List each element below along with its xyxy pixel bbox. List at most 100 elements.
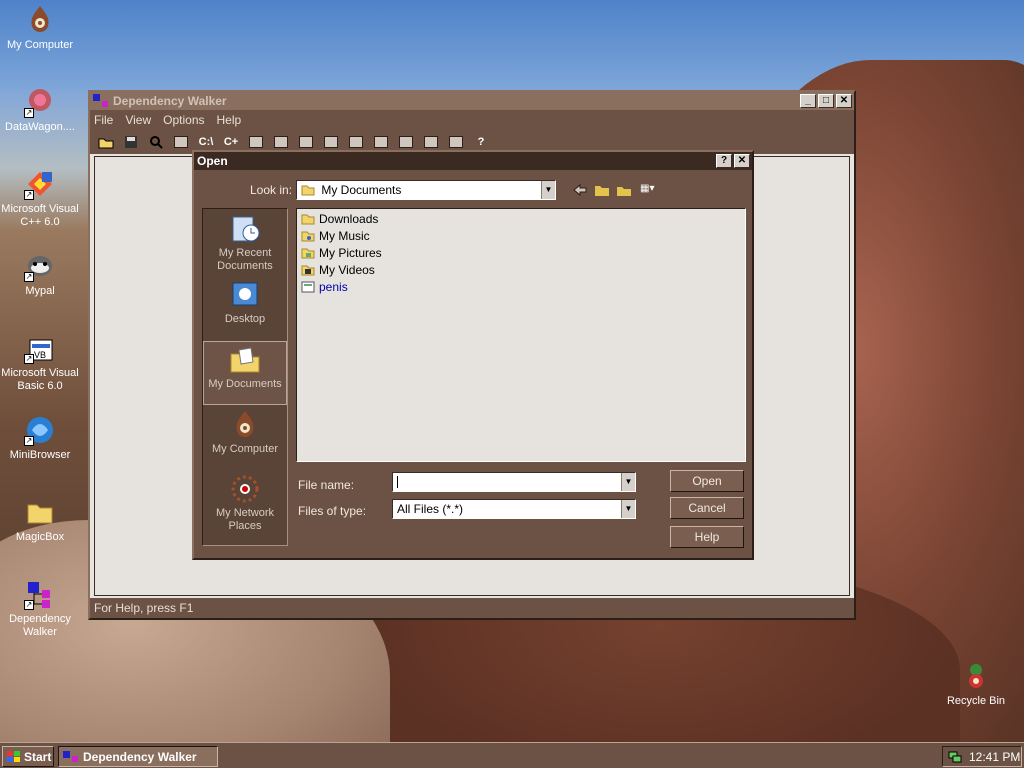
dialog-titlebar[interactable]: Open ? ✕ [194,152,752,170]
folder-icon [24,496,56,528]
save-icon[interactable] [121,133,141,151]
collapse-icon[interactable] [371,133,391,151]
desktop-icon-label: MagicBox [15,531,65,543]
taskbar: Start Dependency Walker 12:41 PM [0,742,1024,768]
datawagon-icon: ↗ [24,86,56,118]
find-icon[interactable] [146,133,166,151]
desktop-icon-label: DataWagon.... [5,121,75,133]
menu-options[interactable]: Options [163,113,204,127]
properties-icon[interactable] [271,133,291,151]
cancel-button[interactable]: Cancel [670,497,744,519]
help-icon[interactable]: ? [471,133,491,151]
file-name-label: File name: [298,478,355,492]
dialog-title: Open [197,154,228,168]
recent-documents-icon [229,213,261,245]
pictures-folder-icon [301,247,315,259]
minimize-button[interactable]: _ [800,94,816,108]
start-button[interactable]: Start [2,746,54,767]
cascade-icon[interactable] [421,133,441,151]
menu-help[interactable]: Help [217,113,242,127]
windows-logo-icon [7,750,21,763]
window-title: Dependency Walker [113,94,227,108]
desktop-icon-datawagon[interactable]: ↗ DataWagon.... [0,86,80,134]
expand-icon[interactable] [346,133,366,151]
my-computer-icon [229,409,261,441]
taskbar-item-dependency-walker[interactable]: Dependency Walker [58,746,218,767]
svg-text:VB: VB [34,350,46,360]
desktop-icon [229,279,261,311]
up-folder-icon[interactable] [594,183,610,197]
dependency-walker-icon: ↗ [24,578,56,610]
files-of-type-label: Files of type: [298,504,367,518]
list-item[interactable]: penis [301,279,348,295]
window-titlebar[interactable]: Dependency Walker _ □ ✕ [90,92,854,110]
file-icon [301,281,315,293]
recycle-bin-icon [960,660,992,692]
desktop-icon-magicbox[interactable]: MagicBox [0,496,80,544]
open-icon[interactable] [96,133,116,151]
place-network-places[interactable]: My Network Places [203,473,287,533]
list-item[interactable]: Downloads [301,211,378,227]
mypal-icon: ↗ [24,250,56,282]
file-name-field[interactable]: ▼ [392,472,636,492]
desktop-icon-minibrowser[interactable]: ↗ MiniBrowser [0,414,80,462]
desktop-icon-mypal[interactable]: ↗ Mypal [0,250,80,298]
menu-view[interactable]: View [125,113,151,127]
tile-icon[interactable] [396,133,416,151]
copy-icon[interactable] [171,133,191,151]
chevron-down-icon[interactable]: ▼ [621,473,635,491]
desktop-icon-label: My Computer [6,39,74,51]
look-in-dropdown[interactable]: My Documents ▼ [296,180,556,200]
help-button[interactable]: Help [670,526,744,548]
desktop-icon-visual-cpp[interactable]: ↗ Microsoft Visual C++ 6.0 [0,168,80,229]
desktop-icon-label: MiniBrowser [9,449,71,461]
module-icon[interactable] [296,133,316,151]
open-dialog: Open ? ✕ Look in: My Documents ▼ ▦▾ My R… [192,150,754,560]
list-item[interactable]: My Videos [301,262,375,278]
list-item[interactable]: My Music [301,228,370,244]
visual-cpp-icon: ↗ [24,168,56,200]
places-bar: My Recent Documents Desktop My Documents… [202,208,288,546]
path-icon[interactable] [321,133,341,151]
minibrowser-icon: ↗ [24,414,56,446]
menu-file[interactable]: File [94,113,113,127]
chevron-down-icon[interactable]: ▼ [621,500,635,518]
open-button[interactable]: Open [670,470,744,492]
list-icon[interactable] [446,133,466,151]
place-recent-documents[interactable]: My Recent Documents [203,213,287,273]
desktop-icon-label: Microsoft Visual Basic 6.0 [1,367,79,392]
print-icon[interactable] [246,133,266,151]
status-text: For Help, press F1 [94,601,194,615]
c-drive-icon[interactable]: C:\ [196,133,216,151]
files-of-type-dropdown[interactable]: All Files (*.*) ▼ [392,499,636,519]
list-item[interactable]: My Pictures [301,245,382,261]
desktop-icon-dependency-walker[interactable]: ↗ Dependency Walker [0,578,80,639]
look-in-value: My Documents [321,183,402,197]
folder-icon [301,213,315,225]
close-button[interactable]: ✕ [836,94,852,108]
views-menu-icon[interactable]: ▦▾ [640,183,662,197]
my-documents-icon [301,183,315,196]
desktop-icon-label: Dependency Walker [9,613,71,638]
visual-basic-icon: VB ↗ [24,332,56,364]
file-list[interactable]: Downloads My Music My Pictures My Videos… [296,208,746,462]
app-icon [93,94,109,108]
context-help-button[interactable]: ? [716,154,732,168]
desktop-icon-visual-basic[interactable]: VB ↗ Microsoft Visual Basic 6.0 [0,332,80,393]
network-tray-icon[interactable] [947,750,963,764]
back-icon[interactable] [572,183,588,197]
network-places-icon [229,473,261,505]
clock[interactable]: 12:41 PM [969,750,1020,764]
new-folder-icon[interactable] [616,183,632,197]
place-my-computer[interactable]: My Computer [203,409,287,456]
desktop-icon-recycle-bin[interactable]: Recycle Bin [936,660,1016,708]
maximize-button[interactable]: □ [818,94,834,108]
place-desktop[interactable]: Desktop [203,279,287,326]
place-my-documents[interactable]: My Documents [203,341,287,405]
desktop-icon-my-computer[interactable]: My Computer [0,4,80,52]
dialog-close-button[interactable]: ✕ [734,154,750,168]
chevron-down-icon[interactable]: ▼ [541,181,555,199]
music-folder-icon [301,230,315,242]
my-computer-icon [24,4,56,36]
cpp-icon[interactable]: C+ [221,133,241,151]
